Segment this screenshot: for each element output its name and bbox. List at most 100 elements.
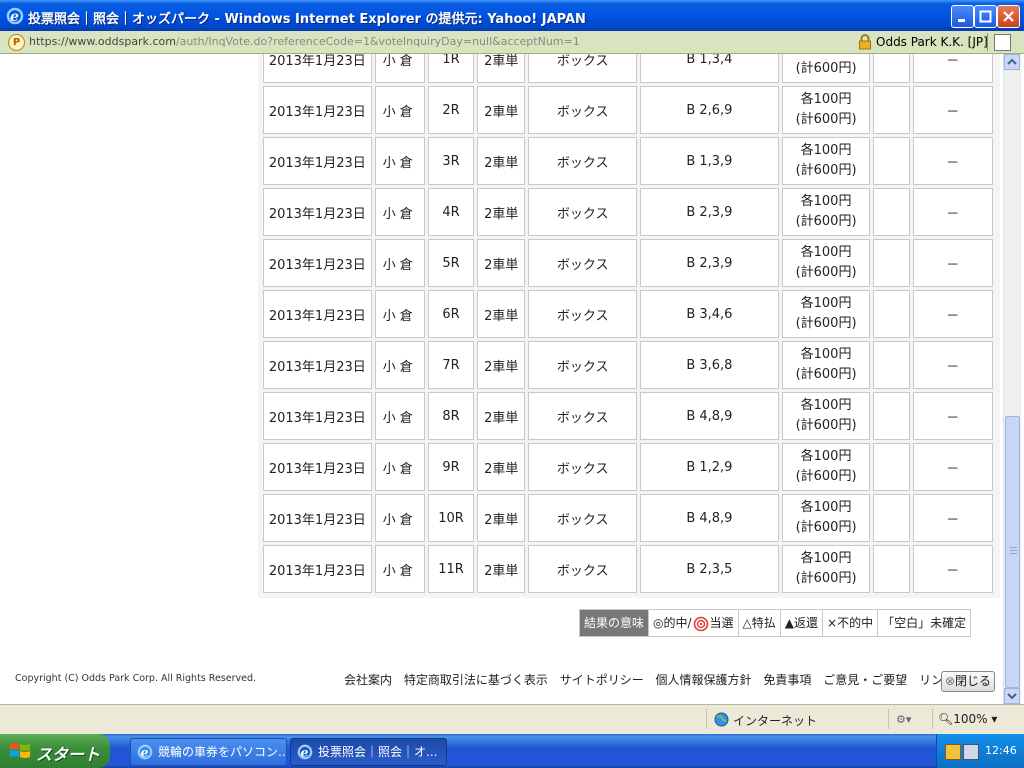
padlock-icon[interactable] [858, 34, 872, 50]
race-number-cell: 10R [427, 494, 475, 542]
combination-cell: B 3,6,8 [640, 341, 779, 389]
minimize-button[interactable] [951, 5, 974, 28]
amount-cell: 各100円(計600円) [781, 494, 871, 542]
footer-link-feedback[interactable]: ご意見・ご要望 [823, 673, 907, 687]
empty-cell [873, 545, 910, 593]
venue-cell: 小倉 [374, 239, 425, 287]
url-field[interactable]: https://www.oddspark.com/auth/InqVote.do… [29, 35, 580, 48]
amount-total: (計600円) [795, 418, 857, 433]
result-cell: － [912, 86, 993, 134]
taskbar-item-keirin[interactable]: e 競輪の車券をパソコン... [130, 738, 287, 766]
table-row: 2013年1月23日 小倉 8R 2車単 ボックス B 4,8,9 各100円 (計600円)… [263, 392, 993, 440]
url-host: https://www.oddspark.com [29, 35, 176, 48]
bet-date-cell: 2013年1月23日 [263, 494, 372, 542]
scroll-grip [1010, 550, 1017, 551]
status-divider [932, 709, 933, 729]
amount-each: 各100円 [800, 92, 852, 107]
footer-link-site-policy[interactable]: サイトポリシー [560, 673, 644, 687]
zoom-control[interactable]: 🔍︎100% ▾ [938, 712, 997, 726]
amount-each: 各100円 [800, 194, 852, 209]
table-row: 2013年1月23日 小倉 4R 2車単 ボックス B 2,3,9 各100円 (計600円)… [263, 188, 993, 236]
rss-icon[interactable] [994, 34, 1011, 51]
result-cell: － [912, 341, 993, 389]
race-number-cell: 11R [427, 545, 475, 593]
taskbar-item-label: 投票照会｜照会｜オ... [318, 745, 438, 759]
combination-cell: B 1,3,4 [640, 54, 779, 83]
amount-total: (計600円) [795, 163, 857, 178]
vote-table: 2013年1月23日小倉1R2車単ボックスB 1,3,4各100円(計600円)… [260, 54, 996, 596]
footer-link-company[interactable]: 会社案内 [344, 673, 392, 687]
empty-cell [873, 188, 910, 236]
vertical-scrollbar[interactable] [1003, 54, 1021, 704]
bet-method-cell: ボックス [528, 137, 638, 185]
combination-cell: B 1,2,9 [640, 443, 779, 491]
bet-method-cell: ボックス [528, 290, 638, 338]
bet-method-cell: ボックス [528, 188, 638, 236]
address-bar[interactable]: P https://www.oddspark.com/auth/InqVote.… [0, 31, 1024, 54]
bet-type-cell: 2車単 [477, 290, 526, 338]
table-row: 2013年1月23日 小倉 2R 2車単 ボックス B 2,6,9 各100円 (計600円)… [263, 86, 993, 134]
bet-method-cell: ボックス [528, 54, 638, 83]
taskbar-item-vote-inquiry[interactable]: e 投票照会｜照会｜オ... [290, 738, 447, 766]
windows-flag-icon [10, 743, 30, 758]
result-cell: － [912, 239, 993, 287]
result-cell: － [912, 54, 993, 83]
race-number-cell: 9R [427, 443, 475, 491]
amount-cell: 各100円(計600円) [781, 137, 871, 185]
scroll-down-button[interactable] [1004, 688, 1020, 704]
security-zone[interactable]: インターネット [733, 712, 817, 729]
venue-cell: 小倉 [374, 545, 425, 593]
maximize-icon [979, 10, 992, 23]
certificate-label[interactable]: Odds Park K.K. [JP] [876, 35, 988, 49]
scroll-thumb[interactable] [1005, 416, 1020, 688]
copyright-text: Copyright (C) Odds Park Corp. All Rights… [15, 673, 257, 684]
combination-cell: B 2,3,9 [640, 239, 779, 287]
url-path: /auth/InqVote.do?referenceCode=1&voteInq… [175, 35, 580, 48]
amount-total: (計600円) [795, 571, 857, 586]
taskbar-clock[interactable]: 12:46 [985, 744, 1017, 757]
window-title-bar[interactable]: e 投票照会｜照会｜オッズパーク - Windows Internet Expl… [0, 0, 1024, 31]
scroll-up-button[interactable] [1004, 54, 1020, 70]
table-row: 2013年1月23日 小倉 10R 2車単 ボックス B 4,8,9 各100円 (計600円… [263, 494, 993, 542]
legend-pending: 「空白」未確定 [882, 616, 967, 630]
footer-link-commercial-law[interactable]: 特定商取引法に基づく表示 [404, 673, 548, 687]
footer-link-disclaimer[interactable]: 免責事項 [763, 673, 811, 687]
svg-text:e: e [10, 9, 19, 25]
start-button[interactable]: スタート [0, 734, 110, 768]
result-cell: － [912, 137, 993, 185]
amount-total: (計600円) [795, 520, 857, 535]
tray-shield-icon[interactable] [945, 744, 961, 760]
bet-type-cell: 2車単 [477, 443, 526, 491]
bet-type-cell: 2車単 [477, 494, 526, 542]
taskbar: スタート e 競輪の車券をパソコン... e 投票照会｜照会｜オ... 12:4… [0, 734, 1024, 768]
empty-cell [873, 494, 910, 542]
close-page-button[interactable]: ⊗閉じる [941, 671, 995, 692]
bet-date-cell: 2013年1月23日 [263, 443, 372, 491]
bet-date-cell: 2013年1月23日 [263, 392, 372, 440]
amount-cell: 各100円(計600円) [781, 54, 871, 83]
tray-ime-icon[interactable] [963, 744, 979, 760]
maximize-button[interactable] [974, 5, 997, 28]
amount-each: 各100円 [800, 398, 852, 413]
venue-cell: 小倉 [374, 188, 425, 236]
result-cell: － [912, 545, 993, 593]
amount-total: (計600円) [795, 61, 857, 76]
result-cell: － [912, 494, 993, 542]
bet-type-cell: 2車単 [477, 545, 526, 593]
venue-cell: 小倉 [374, 494, 425, 542]
amount-total: (計600円) [795, 214, 857, 229]
flower-icon [693, 616, 708, 631]
table-row: 2013年1月23日 小倉 6R 2車単 ボックス B 3,4,6 各100円 (計600円)… [263, 290, 993, 338]
bet-type-cell: 2車単 [477, 54, 526, 83]
start-label: スタート [36, 745, 101, 764]
protected-mode-icon[interactable]: ⚙▾ [896, 713, 911, 726]
amount-each: 各100円 [800, 347, 852, 362]
site-favicon: P [8, 34, 25, 51]
race-number-cell: 2R [427, 86, 475, 134]
page-content: 2013年1月23日小倉1R2車単ボックスB 1,3,4各100円(計600円)… [4, 54, 1003, 704]
footer-link-privacy[interactable]: 個人情報保護方針 [656, 673, 752, 687]
bet-date-cell: 2013年1月23日 [263, 290, 372, 338]
close-window-button[interactable] [997, 5, 1020, 28]
status-bar: インターネット ⚙▾ 🔍︎100% ▾ [0, 704, 1024, 735]
venue-cell: 小倉 [374, 86, 425, 134]
